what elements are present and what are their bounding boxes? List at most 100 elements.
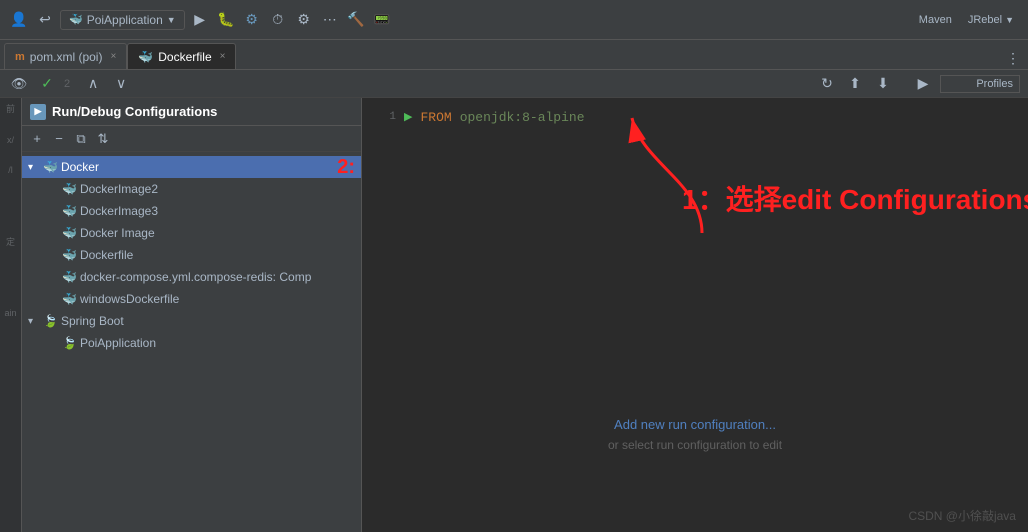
code-value-image: openjdk:8-alpine [460, 110, 585, 125]
springboot-group-label: Spring Boot [61, 314, 355, 328]
poiapplication-label: PoiApplication [80, 336, 355, 350]
left-edge-label4: 定 [6, 235, 15, 248]
tab-dockerfile[interactable]: 🐳 Dockerfile × [127, 43, 236, 69]
config-tree: ▾ 🐳 Docker 2: 🐳 DockerImage2 🐳 DockerIma… [22, 152, 361, 532]
run-config-label: PoiApplication [87, 13, 163, 27]
tree-item-docker[interactable]: ▾ 🐳 Docker 2: [22, 156, 361, 178]
windowsdockerfile-icon: 🐳 [62, 292, 77, 306]
main-area: 前 x/ /l 定 ain ▶ Run/Debug Configurations… [0, 98, 1028, 532]
tree-item-dockerimage2[interactable]: 🐳 DockerImage2 [22, 178, 361, 200]
coverage-button[interactable]: ⚙ [241, 9, 263, 31]
profile-button[interactable]: ⏱ [267, 9, 289, 31]
copy-config-button[interactable]: ⧉ [72, 130, 90, 148]
watermark: CSDN @小徐敲java [908, 507, 1016, 524]
tree-item-windowsdockerfile[interactable]: 🐳 windowsDockerfile [22, 288, 361, 310]
dockerimage-icon: 🐳 [62, 226, 77, 240]
dockercompose-label: docker-compose.yml.compose-redis: Comp [80, 270, 355, 284]
tree-item-dockerfilechild[interactable]: 🐳 Dockerfile [22, 244, 361, 266]
pom-tab-icon: m [15, 51, 25, 63]
docker-arrow-icon: ▾ [28, 162, 40, 173]
tree-item-dockerimage3[interactable]: 🐳 DockerImage3 [22, 200, 361, 222]
dockerfile-tab-icon: 🐳 [138, 50, 153, 64]
dockerimage-label: Docker Image [80, 226, 355, 240]
arrow-right-icon[interactable]: ▶ [912, 73, 934, 95]
add-config-link[interactable]: Add new run configuration... [614, 417, 776, 432]
dockerimage2-label: DockerImage2 [80, 182, 355, 196]
dockerimage2-icon: 🐳 [62, 182, 77, 196]
remove-config-button[interactable]: − [50, 130, 68, 148]
annotation-2: 2: [337, 156, 355, 179]
jrebel-button[interactable]: JRebel ▼ [962, 12, 1020, 28]
poiapplication-icon: 🍃 [62, 336, 77, 350]
run-debug-dialog: ▶ Run/Debug Configurations + − ⧉ ⇅ ▾ 🐳 D… [22, 98, 362, 532]
build-button[interactable]: 🔨 [345, 9, 367, 31]
springboot-arrow-icon: ▾ [28, 316, 40, 327]
docker-group-icon: 🐳 [43, 160, 58, 174]
tab-bar: m pom.xml (poi) × 🐳 Dockerfile × ⋮ [0, 40, 1028, 70]
maven-button[interactable]: Maven [913, 12, 958, 28]
sort-config-button[interactable]: ⇅ [94, 130, 112, 148]
terminal-button[interactable]: 📟 [371, 9, 393, 31]
dockerfilechild-icon: 🐳 [62, 248, 77, 262]
left-edge-label: 前 [6, 102, 15, 115]
center-content: Add new run configuration... or select r… [362, 417, 1028, 452]
left-edge-label2: x/ [7, 135, 14, 145]
tab-more-button[interactable]: ⋮ [1002, 47, 1024, 69]
run-arrow-icon: ▶ [404, 110, 412, 124]
springboot-group-icon: 🍃 [43, 314, 58, 328]
left-edge-label5: ain [4, 308, 16, 318]
tree-item-poiapplication[interactable]: 🍃 PoiApplication [22, 332, 361, 354]
dockerfilechild-label: Dockerfile [80, 248, 355, 262]
dropdown-arrow-icon: ▼ [167, 15, 176, 25]
dockerfile-tab-close[interactable]: × [220, 51, 226, 62]
profiles-label: Profiles [976, 78, 1013, 90]
git-icon[interactable]: 👤 [8, 9, 30, 31]
pom-tab-label: pom.xml (poi) [30, 50, 103, 64]
jrebel-arrow-icon: ▼ [1005, 15, 1014, 25]
more-button[interactable]: ⋯ [319, 9, 341, 31]
left-edge: 前 x/ /l 定 ain [0, 98, 22, 532]
dockerfile-tab-label: Dockerfile [158, 50, 211, 64]
run-button[interactable]: ▶ [189, 9, 211, 31]
profiles-button[interactable]: Profiles [940, 75, 1020, 93]
line-number-1: 1 [376, 111, 396, 123]
download-icon[interactable]: ⬇ [872, 73, 894, 95]
dockerimage3-icon: 🐳 [62, 204, 77, 218]
docker-group-label: Docker [61, 160, 324, 174]
pom-tab-close[interactable]: × [110, 51, 116, 62]
checkmark-icon[interactable]: ✓ [36, 73, 58, 95]
left-edge-label3: /l [8, 165, 13, 175]
code-keyword-from: FROM [420, 110, 451, 125]
collapse-icon[interactable]: ∨ [110, 73, 132, 95]
upload-icon[interactable]: ⬆ [844, 73, 866, 95]
add-config-button[interactable]: + [28, 130, 46, 148]
dockercompose-icon: 🐳 [62, 270, 77, 284]
dialog-title: ▶ Run/Debug Configurations [22, 98, 361, 126]
dialog-icon: ▶ [30, 104, 46, 120]
maven-label: Maven [919, 14, 952, 26]
tree-item-springboot[interactable]: ▾ 🍃 Spring Boot [22, 310, 361, 332]
line-count: 2 [64, 78, 70, 90]
windowsdockerfile-label: windowsDockerfile [80, 292, 355, 306]
tab-pom[interactable]: m pom.xml (poi) × [4, 43, 127, 69]
debug-button[interactable]: 🐛 [215, 9, 237, 31]
settings-button[interactable]: ⚙ [293, 9, 315, 31]
config-hint: or select run configuration to edit [608, 438, 782, 452]
reload-icon[interactable]: ↻ [816, 73, 838, 95]
run-config-dropdown[interactable]: 🐳 PoiApplication ▼ [60, 10, 185, 30]
jrebel-label: JRebel [968, 14, 1002, 26]
code-area: 1 ▶ FROM openjdk:8-alpine [362, 98, 1028, 136]
code-line-1: 1 ▶ FROM openjdk:8-alpine [376, 106, 1014, 128]
expand-icon[interactable]: ∧ [82, 73, 104, 95]
dialog-toolbar: + − ⧉ ⇅ [22, 126, 361, 152]
dialog-title-text: Run/Debug Configurations [52, 104, 217, 119]
second-toolbar: 👁 ✓ 2 ∧ ∨ ↻ ⬆ ⬇ ▶ Profiles [0, 70, 1028, 98]
right-panel: 1 ▶ FROM openjdk:8-alpine 1：选择edit Confi… [362, 98, 1028, 532]
dockerimage3-label: DockerImage3 [80, 204, 355, 218]
annotation-text-1: 1：选择edit Configurations [682, 178, 1028, 218]
arrow-icon[interactable]: ↩ [34, 9, 56, 31]
eye-icon[interactable]: 👁 [8, 73, 30, 95]
top-toolbar: 👤 ↩ 🐳 PoiApplication ▼ ▶ 🐛 ⚙ ⏱ ⚙ ⋯ 🔨 📟 M… [0, 0, 1028, 40]
tree-item-dockerimage[interactable]: 🐳 Docker Image [22, 222, 361, 244]
tree-item-dockercompose[interactable]: 🐳 docker-compose.yml.compose-redis: Comp [22, 266, 361, 288]
